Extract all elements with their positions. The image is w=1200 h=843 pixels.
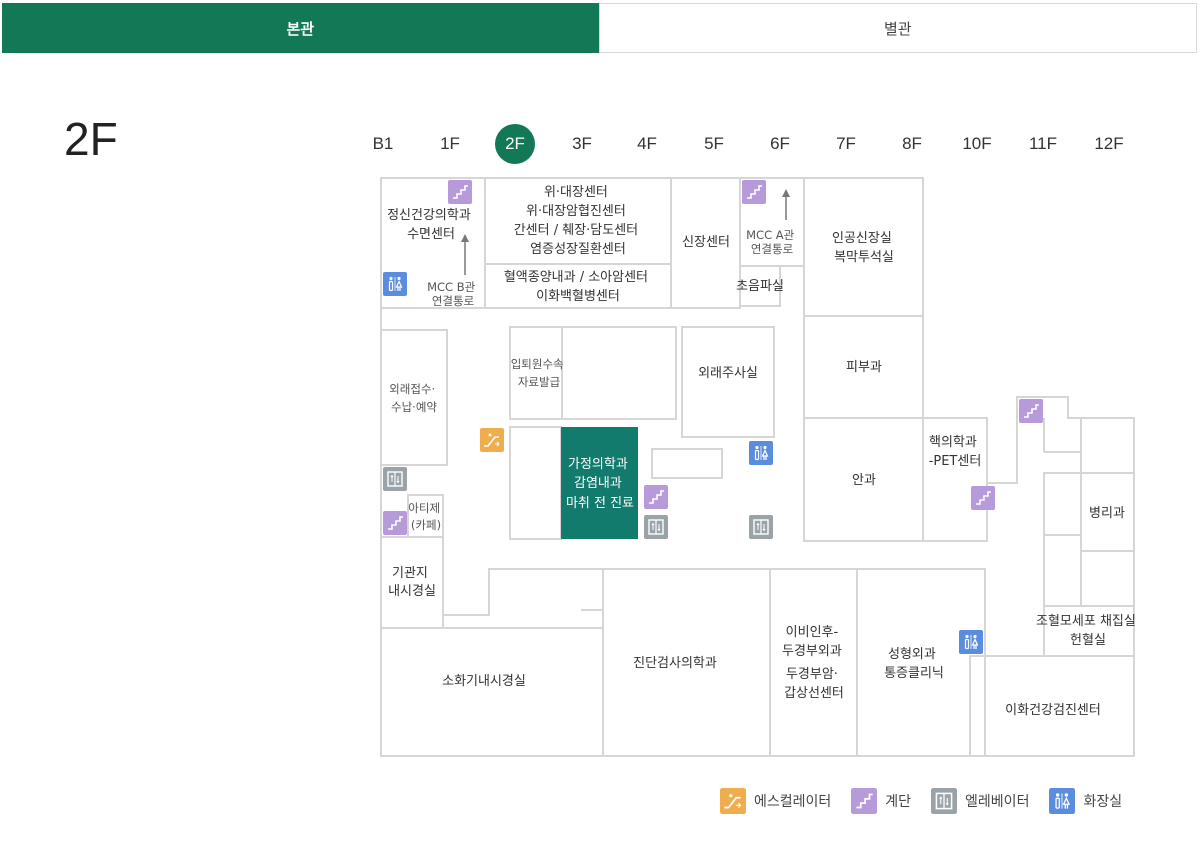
- label-lab-medicine: 진단검사의학과: [633, 656, 717, 671]
- label-pathology: 병리과: [1089, 506, 1125, 521]
- escalator-icon: [479, 427, 505, 453]
- restroom-icon: [1049, 788, 1076, 814]
- room-reception[interactable]: [380, 329, 448, 466]
- label-plastic: 성형외과 통증클리닉: [884, 647, 944, 681]
- floor-walls: [380, 177, 1135, 757]
- legend-item-stairs: 계단: [851, 788, 911, 814]
- label-reception: 외래접수· 수납·예약: [389, 382, 439, 414]
- stairs-icon: [382, 510, 408, 536]
- stairs-icon: [1018, 398, 1044, 424]
- room-gi-endoscopy[interactable]: [380, 627, 604, 757]
- label-ophthalmology: 안과: [852, 473, 876, 488]
- legend-label-stairs: 계단: [885, 794, 912, 810]
- elevator-icon: [748, 514, 774, 540]
- legend-label-elevator: 엘레베이터: [965, 794, 1030, 810]
- elevator-icon: [643, 514, 669, 540]
- label-injection: 외래주사실: [698, 366, 758, 381]
- label-cafe: 아티제 (카페): [408, 501, 443, 532]
- label-nuclear: 핵의학과 -PET센터: [929, 435, 982, 469]
- room-plastic[interactable]: [856, 568, 986, 757]
- elevator-icon: [931, 788, 958, 814]
- label-ultrasound: 초음파실: [736, 279, 784, 294]
- label-psychiatry: 정신건강의학과 수면센터: [387, 208, 475, 242]
- label-gi-endoscopy: 소화기내시경실: [442, 674, 526, 689]
- stairs-icon: [741, 179, 767, 205]
- label-bronchoscopy: 기관지 내시경실: [388, 566, 436, 599]
- legend-item-restroom: 화장실: [1049, 788, 1122, 814]
- stairs-icon: [447, 179, 473, 205]
- legend-item-escalator: 에스컬레이터: [720, 788, 831, 814]
- label-family-medicine: 가정의학과 감염내과 마취 전 진료: [566, 457, 634, 511]
- room-bronchoscopy[interactable]: [380, 536, 444, 629]
- legend-label-escalator: 에스컬레이터: [754, 794, 832, 810]
- label-dialysis: 인공신장실 복막투석실: [832, 231, 896, 265]
- legend-label-restroom: 화장실: [1083, 794, 1123, 810]
- legend-item-elevator: 엘레베이터: [931, 788, 1029, 814]
- label-ent: 이비인후- 두경부외과 두경부암· 갑상선센터: [782, 625, 846, 701]
- room-dialysis[interactable]: [803, 177, 924, 317]
- label-stem-cell: 조혈모세포 채집실 헌혈실: [1036, 614, 1140, 648]
- legend: 에스컬레이터 계단 엘레베이터 화장실: [720, 788, 1142, 814]
- room-ent[interactable]: [769, 568, 858, 757]
- label-hemato: 혈액종양내과 / 소아암센터 이화백혈병센터: [504, 270, 652, 304]
- label-kidney: 신장센터: [682, 235, 730, 250]
- label-mcc-a: MCC A관 연결통로: [746, 228, 798, 256]
- stairs-icon: [970, 485, 996, 511]
- stairs-icon: [643, 484, 669, 510]
- escalator-icon: [720, 788, 746, 814]
- stairs-icon: [851, 788, 878, 814]
- floor-plan: 정신건강의학과 수면센터 MCC B관 연결통로 위·대장센터 위·대장암협진센…: [380, 177, 1140, 757]
- restroom-icon: [748, 440, 774, 466]
- restroom-icon: [382, 271, 408, 297]
- label-dermatology: 피부과: [846, 360, 882, 375]
- elevator-icon: [382, 466, 408, 492]
- restroom-icon: [958, 629, 984, 655]
- label-gi-center: 위·대장센터 위·대장암협진센터 간센터 / 췌장·담도센터 염증성장질환센터: [514, 185, 643, 257]
- label-checkup: 이화건강검진센터: [1005, 703, 1101, 718]
- room-injection[interactable]: [681, 326, 775, 438]
- label-records: 입퇴원수속 자료발급: [511, 357, 568, 389]
- label-mcc-b: MCC B관 연결통로: [427, 280, 479, 308]
